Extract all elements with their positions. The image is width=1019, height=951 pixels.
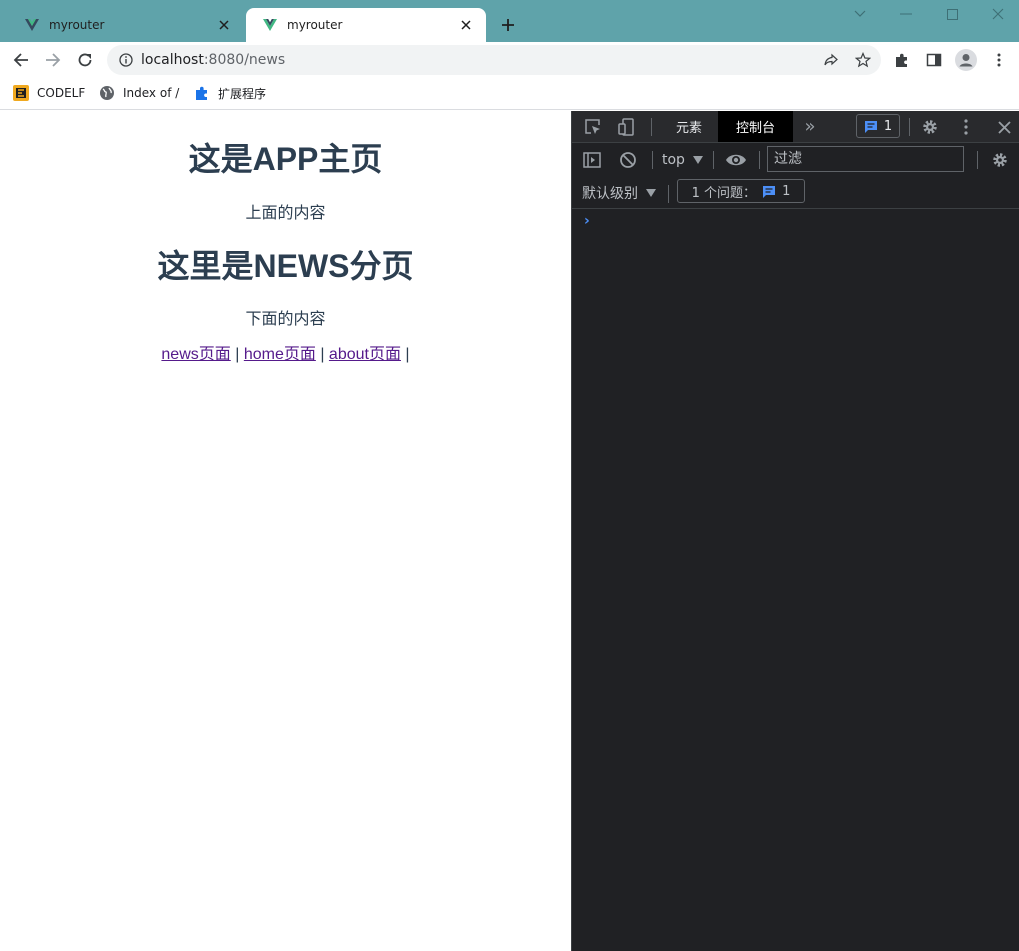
context-selector[interactable]: top [662,150,703,170]
bookmark-label: 扩展程序 [218,86,267,101]
issues-button[interactable]: 1 个问题： 1 [677,179,805,203]
vue-favicon-icon [25,18,39,32]
settings-gear-icon[interactable] [919,116,941,138]
divider [977,151,978,169]
devtools-tab-bar: 元素 控制台 » 1 [572,111,1019,143]
router-links: news页面 | home页面 | about页面 | [0,340,571,364]
url-text: localhost:8080/news [141,52,286,68]
app-title: 这是APP主页 [188,141,383,177]
message-icon [864,120,877,133]
divider [759,151,760,169]
issues-label: 1 个问题： [691,185,757,201]
bottom-text: 下面的内容 [245,311,326,328]
tab-elements[interactable]: 元素 [660,111,718,142]
console-toolbar: top 默认级别 1 个问题： 1 [572,143,1019,209]
divider [652,151,653,169]
home-link[interactable]: home页面 [244,346,316,363]
more-tabs-icon[interactable]: » [798,111,822,142]
site-info-icon[interactable] [118,52,134,68]
link-separator: | [235,346,240,363]
issues-badge-button[interactable]: 1 [856,114,900,138]
console-settings-gear-icon[interactable] [989,149,1011,171]
bookmark-label: CODELF [37,86,86,100]
browser-tab-title: myrouter [287,18,343,32]
top-text: 上面的内容 [245,205,326,222]
divider [651,118,652,136]
forward-button[interactable] [41,48,65,72]
about-link[interactable]: about页面 [329,346,401,363]
address-bar[interactable]: localhost:8080/news [107,45,881,75]
extensions-icon[interactable] [890,48,914,72]
tab-console[interactable]: 控制台 [718,111,793,142]
bookmark-codelf[interactable]: CODELF [13,84,85,102]
browser-toolbar: localhost:8080/news [0,42,1019,78]
maximize-icon[interactable] [942,4,962,24]
browser-tab-2[interactable]: myrouter [246,8,486,42]
issues-badge-count: 1 [883,118,893,134]
new-tab-button[interactable] [497,14,519,36]
clear-console-icon[interactable] [618,150,638,170]
divider [668,185,669,203]
browser-tab-1[interactable]: myrouter [8,8,244,42]
globe-icon [99,85,115,101]
device-toolbar-icon[interactable] [615,116,637,138]
sidebar-toggle-icon[interactable] [582,150,602,170]
tab-search-icon[interactable] [850,4,870,24]
puzzle-icon [194,85,210,101]
side-panel-icon[interactable] [922,48,946,72]
live-expression-eye-icon[interactable] [724,149,748,171]
context-label: top [662,152,685,168]
devtools-panel: 元素 控制台 » 1 top 过滤 默认级别 1 个问题： 1 › [571,111,1019,951]
tab-strip: myrouter myrouter [0,0,1019,42]
back-button[interactable] [9,48,33,72]
dropdown-arrow-icon [646,189,656,197]
bookmarks-bar: CODELF Index of / 扩展程序 [0,78,1019,110]
bookmark-star-icon[interactable] [851,48,875,72]
codelf-icon [13,85,29,101]
page-content: 这是APP主页 上面的内容 这里是NEWS分页 下面的内容 news页面 | h… [0,111,571,951]
bookmark-label: Index of / [123,86,180,100]
filter-input[interactable] [767,146,964,172]
close-devtools-icon[interactable] [993,116,1015,138]
issues-count: 1 [782,183,791,199]
minimize-icon[interactable] [896,4,916,24]
bookmark-index[interactable]: Index of / [99,84,179,102]
link-separator: | [320,346,325,363]
news-link[interactable]: news页面 [161,346,230,363]
link-separator: | [405,346,410,363]
share-icon[interactable] [819,48,843,72]
vue-favicon-icon [263,18,277,32]
log-levels-label: 默认级别 [582,186,638,202]
divider [909,118,910,136]
close-tab-icon[interactable] [216,17,232,33]
close-window-icon[interactable] [988,4,1008,24]
divider [713,151,714,169]
log-levels-dropdown[interactable]: 默认级别 [582,183,656,203]
close-tab-icon[interactable] [458,17,474,33]
browser-tab-title: myrouter [49,18,105,32]
console-prompt[interactable]: › [584,213,590,229]
reload-button[interactable] [73,48,97,72]
message-icon [763,185,776,198]
news-title: 这里是NEWS分页 [157,248,414,284]
customize-kebab-icon[interactable] [955,116,977,138]
profile-avatar[interactable] [954,48,978,72]
dropdown-arrow-icon [692,156,703,164]
inspect-element-icon[interactable] [582,116,604,138]
menu-kebab-icon[interactable] [987,48,1011,72]
bookmark-extensions[interactable]: 扩展程序 [194,84,266,102]
